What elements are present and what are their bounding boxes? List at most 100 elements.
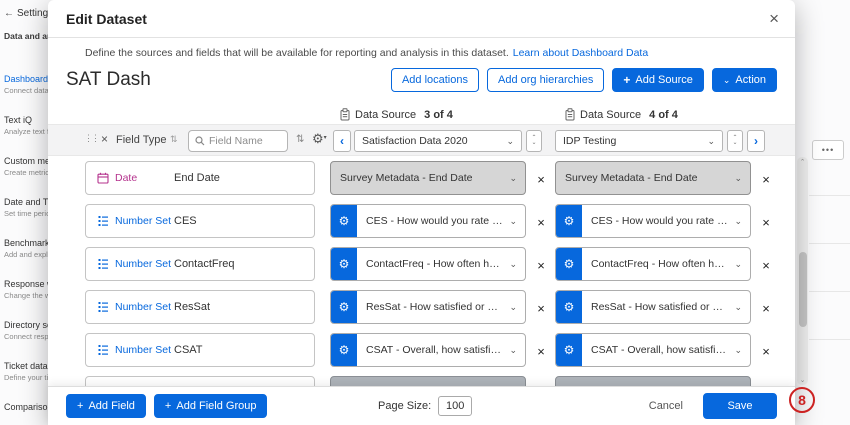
field-card[interactable]: Number Set CSAT <box>85 333 315 367</box>
mapping-dropdown[interactable] <box>555 376 751 386</box>
mapping-dropdown[interactable]: ⚙ ContactFreq - How often have ... ⌄ <box>555 247 751 281</box>
remove-mapping-icon[interactable]: × <box>757 256 775 274</box>
recode-gear-icon[interactable]: ⚙ <box>331 291 357 323</box>
sidebar-item-dashboard-data[interactable]: Dashboard da Connect data so <box>4 74 48 95</box>
action-menu-button[interactable]: ⌄Action <box>712 68 777 92</box>
table-header-band: ⋮⋮ × Field Type ⇅ ⇅ ⚙▾ ‹ Satisfaction Da… <box>48 124 795 156</box>
field-card[interactable]: Number Set ResSat <box>85 290 315 324</box>
add-locations-button[interactable]: Add locations <box>391 68 479 92</box>
remove-mapping-icon[interactable]: × <box>532 342 550 360</box>
source-4-reorder-control[interactable]: ⌃ ⌄ <box>727 130 743 152</box>
field-name-label: End Date <box>174 172 220 184</box>
sidebar-item-benchmark-editor[interactable]: Benchmark e Add and explor <box>4 238 48 259</box>
chevron-down-icon: ⌄ <box>509 173 525 184</box>
page-size-control: Page Size: <box>378 396 472 416</box>
sidebar-item-custom-metrics[interactable]: Custom metri Create metrics t <box>4 156 48 177</box>
save-button[interactable]: Save <box>703 393 777 419</box>
mapping-dropdown[interactable]: Survey Metadata - End Date ⌄ <box>555 161 751 195</box>
page-size-input[interactable] <box>438 396 472 416</box>
clipboard-icon <box>565 108 575 121</box>
settings-sidebar: ←Settings Data and analy Dashboard da Co… <box>0 0 48 425</box>
add-field-button[interactable]: +Add Field <box>66 394 146 418</box>
mapping-dropdown[interactable]: Survey Metadata - End Date ⌄ <box>330 161 526 195</box>
remove-mapping-icon[interactable]: × <box>757 170 775 188</box>
sidebar-item-comparisons[interactable]: Comparisons <box>4 402 48 414</box>
field-name-search[interactable] <box>188 130 288 152</box>
mapping-dropdown[interactable]: ⚙ ResSat - How satisfied or dissat... ⌄ <box>555 290 751 324</box>
field-type-label: Date <box>115 172 137 184</box>
recode-gear-icon[interactable]: ⚙ <box>331 334 357 366</box>
mapping-dropdown[interactable]: ⚙ CSAT - Overall, how satisfied or... ⌄ <box>330 333 526 367</box>
chevron-down-icon: ⌄ <box>506 136 514 147</box>
scroll-up-icon[interactable]: ⌃ <box>797 158 808 166</box>
remove-mapping-icon[interactable]: × <box>757 342 775 360</box>
recode-gear-icon[interactable]: ⚙ <box>556 248 582 280</box>
field-card[interactable]: Number Set CES <box>85 204 315 238</box>
remove-mapping-icon[interactable]: × <box>757 299 775 317</box>
mapping-dropdown[interactable]: ⚙ CES - How would you rate the ... ⌄ <box>555 204 751 238</box>
close-icon[interactable]: × <box>769 10 779 27</box>
source-4-dropdown[interactable]: IDP Testing ⌄ <box>555 130 723 152</box>
sidebar-item-ticket-data[interactable]: Ticket data Define your tick <box>4 361 48 382</box>
recode-gear-icon[interactable]: ⚙ <box>556 334 582 366</box>
field-card[interactable] <box>85 376 315 386</box>
recode-gear-icon[interactable]: ⚙ <box>556 291 582 323</box>
page-scrollbar[interactable]: ⌃ ⌄ <box>797 157 808 385</box>
edit-dataset-modal: Edit Dataset × Define the sources and fi… <box>48 0 795 425</box>
down-icon: ⌄ <box>531 141 536 146</box>
scroll-down-icon[interactable]: ⌄ <box>797 376 808 384</box>
source-3-dropdown[interactable]: Satisfaction Data 2020 ⌄ <box>354 130 522 152</box>
mapping-dropdown[interactable]: ⚙ CSAT - Overall, how satisfied or... ⌄ <box>555 333 751 367</box>
remove-mapping-icon[interactable]: × <box>532 170 550 188</box>
sidebar-item-date-and-time[interactable]: Date and Tim Set time period <box>4 197 48 218</box>
field-type-sort-icon[interactable]: ⇅ <box>170 134 178 145</box>
dataset-title-row: SAT Dash Add locations Add org hierarchi… <box>66 65 777 95</box>
add-field-group-button[interactable]: +Add Field Group <box>154 394 268 418</box>
mapping-dropdown[interactable]: ⚙ ContactFreq - How often have ... ⌄ <box>330 247 526 281</box>
remove-mapping-icon[interactable]: × <box>532 213 550 231</box>
field-row-ressat: Number Set ResSat ⚙ ResSat - How satisfi… <box>48 286 795 329</box>
modal-header: Edit Dataset × <box>48 0 795 38</box>
field-card[interactable]: Number Set ContactFreq <box>85 247 315 281</box>
modal-title: Edit Dataset <box>66 11 147 27</box>
page-row-divider <box>809 339 850 340</box>
clear-selection-icon[interactable]: × <box>101 132 108 146</box>
plus-icon: + <box>77 400 83 412</box>
field-name-label: ContactFreq <box>174 258 235 270</box>
mapping-dropdown[interactable] <box>330 376 526 386</box>
remove-mapping-icon[interactable]: × <box>532 299 550 317</box>
page-size-label: Page Size: <box>378 400 431 412</box>
back-label: Settings <box>17 8 48 19</box>
recode-gear-icon[interactable]: ⚙ <box>331 248 357 280</box>
table-settings-gear-icon[interactable]: ⚙▾ <box>312 131 327 147</box>
more-menu-button[interactable]: ••• <box>812 140 844 160</box>
learn-about-dashboard-data-link[interactable]: Learn about Dashboard Data <box>513 47 648 59</box>
field-rows: Date End Date Survey Metadata - End Date… <box>48 156 795 386</box>
dataset-toolbar: Add locations Add org hierarchies +Add S… <box>391 68 777 92</box>
cancel-button[interactable]: Cancel <box>649 400 683 412</box>
mapping-dropdown[interactable]: ⚙ ResSat - How satisfied or dissat... ⌄ <box>330 290 526 324</box>
recode-gear-icon[interactable]: ⚙ <box>331 205 357 237</box>
field-card[interactable]: Date End Date <box>85 161 315 195</box>
mapping-dropdown[interactable]: ⚙ CES - How would you rate the ... ⌄ <box>330 204 526 238</box>
add-source-button[interactable]: +Add Source <box>612 68 704 92</box>
scrollbar-thumb[interactable] <box>799 252 807 327</box>
next-source-button[interactable]: › <box>747 130 765 152</box>
sidebar-item-directory-segments[interactable]: Directory seg Connect respon <box>4 320 48 341</box>
chevron-down-icon: ⌄ <box>509 345 525 356</box>
remove-mapping-icon[interactable]: × <box>757 213 775 231</box>
source-3-reorder-control[interactable]: ⌃ ⌄ <box>526 130 542 152</box>
drag-handle-icon[interactable]: ⋮⋮ <box>84 133 98 144</box>
field-name-search-input[interactable] <box>209 135 279 147</box>
page-row-divider <box>809 243 850 244</box>
recode-gear-icon[interactable]: ⚙ <box>556 205 582 237</box>
plus-icon: + <box>165 400 171 412</box>
prev-source-button[interactable]: ‹ <box>333 130 351 152</box>
back-to-settings-link[interactable]: ←Settings <box>4 8 48 19</box>
remove-mapping-icon[interactable]: × <box>532 256 550 274</box>
add-org-hierarchies-button[interactable]: Add org hierarchies <box>487 68 604 92</box>
page-row-divider <box>809 291 850 292</box>
field-sort-icon[interactable]: ⇅ <box>296 134 304 145</box>
sidebar-item-response-weighting[interactable]: Response we Change the wei <box>4 279 48 300</box>
sidebar-item-text-iq[interactable]: Text iQ Analyze text fro <box>4 115 48 136</box>
